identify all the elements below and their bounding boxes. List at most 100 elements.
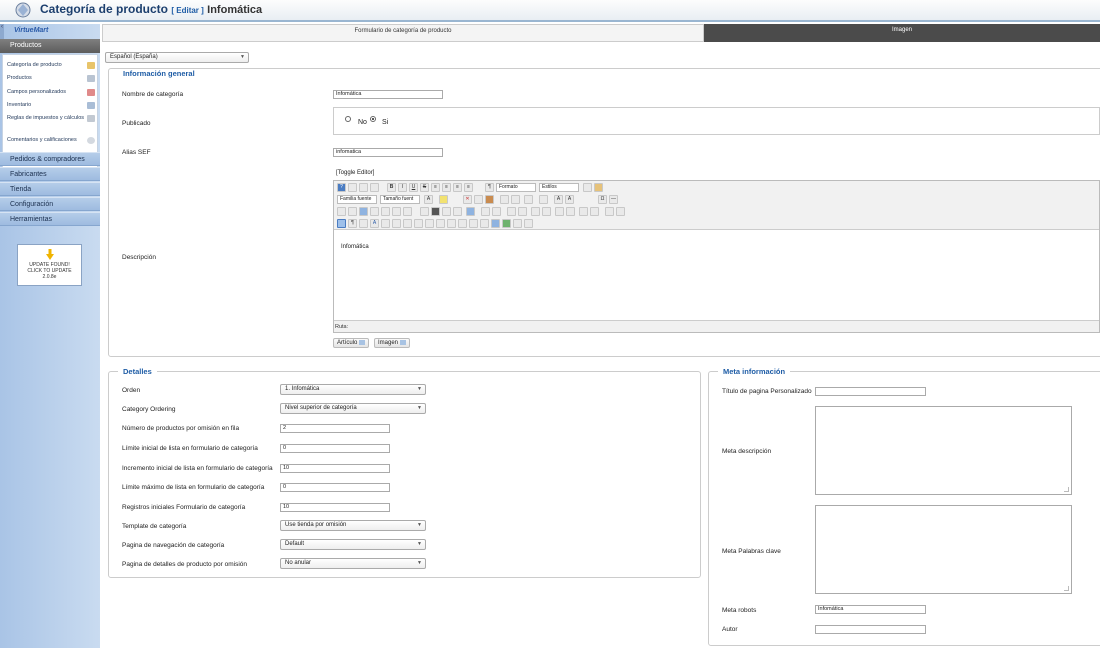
sidebar-section-configuration[interactable]: Configuración (0, 197, 100, 211)
sidebar-section-tools[interactable]: Herramientas (0, 212, 100, 226)
indent-icon[interactable] (500, 195, 509, 204)
product-details-page-select[interactable]: No anular ▼ (280, 558, 426, 569)
cell-props-icon[interactable] (616, 207, 625, 216)
fullscreen-icon[interactable] (392, 207, 401, 216)
template-icon[interactable] (469, 219, 478, 228)
strikethrough-icon[interactable]: S (420, 183, 429, 192)
quote-icon[interactable] (348, 207, 357, 216)
align-right-icon[interactable]: ≡ (453, 183, 462, 192)
block-icon[interactable] (524, 219, 533, 228)
cut-icon[interactable]: ✕ (463, 195, 472, 204)
products-per-row-input[interactable]: 2 (280, 424, 390, 433)
font-size-select[interactable]: Tamaño fuent (380, 195, 420, 204)
new-document-icon[interactable] (348, 183, 357, 192)
rtl-icon[interactable] (513, 219, 522, 228)
sidebar-collapse-button[interactable]: ‹ (0, 24, 4, 40)
table-props-icon[interactable] (605, 207, 614, 216)
emotions-icon[interactable] (491, 219, 500, 228)
subscript-icon[interactable]: A (554, 195, 563, 204)
attribs-icon[interactable] (425, 219, 434, 228)
category-nav-page-select[interactable]: Default ▼ (280, 539, 426, 550)
html-icon[interactable] (403, 207, 412, 216)
delete-col-icon[interactable] (590, 207, 599, 216)
category-template-select[interactable]: Use tienda por omisión ▼ (280, 520, 426, 531)
bold-icon[interactable]: B (387, 183, 396, 192)
move-icon[interactable] (458, 219, 467, 228)
list-max-input[interactable]: 0 (280, 483, 390, 492)
bullet-list-icon[interactable] (539, 195, 548, 204)
merge-cells-icon[interactable] (566, 207, 575, 216)
sidebar-item-tax-rules[interactable]: Reglas de impuestos y cálculos (7, 115, 95, 122)
order-select[interactable]: 1. Infomática ▼ (280, 384, 426, 395)
align-justify-icon[interactable]: ≡ (464, 183, 473, 192)
meta-title-input[interactable] (815, 387, 926, 396)
meta-description-textarea[interactable] (815, 406, 1072, 495)
preview-icon[interactable] (381, 207, 390, 216)
author-input[interactable] (815, 625, 926, 634)
paste-icon[interactable] (485, 195, 494, 204)
sidebar-section-manufacturers[interactable]: Fabricantes (0, 167, 100, 181)
table-icon[interactable] (420, 207, 429, 216)
unlink-icon[interactable] (492, 207, 501, 216)
insert-icon[interactable] (337, 207, 346, 216)
virtuemart-logo[interactable]: VirtueMart (14, 27, 58, 37)
edit-link[interactable]: [ Editar ] (171, 6, 203, 15)
align-left-icon[interactable]: ≡ (431, 183, 440, 192)
category-ordering-select[interactable]: Nivel superior de categoría ▼ (280, 403, 426, 414)
abbr-icon[interactable] (381, 219, 390, 228)
page-break-icon[interactable] (480, 219, 489, 228)
align-center-icon[interactable]: ≡ (442, 183, 451, 192)
image-button[interactable]: Imagen (374, 338, 411, 348)
numbered-list-icon[interactable] (524, 195, 533, 204)
cleanup-icon[interactable] (583, 183, 592, 192)
del-icon[interactable] (403, 219, 412, 228)
sidebar-section-orders[interactable]: Pedidos & compradores (0, 152, 100, 166)
initial-records-input[interactable]: 10 (280, 503, 390, 512)
sidebar-section-store[interactable]: Tienda (0, 182, 100, 196)
sidebar-item-custom-fields[interactable]: Campos personalizados (7, 89, 95, 96)
sidebar-item-reviews[interactable]: Comentarios y calificaciones (7, 137, 95, 144)
link-icon[interactable] (481, 207, 490, 216)
copy-icon[interactable] (474, 195, 483, 204)
tab-image[interactable]: Imagen (704, 24, 1100, 42)
blockquote-icon[interactable] (359, 219, 368, 228)
font-family-select[interactable]: Familia fuente (337, 195, 377, 204)
sidebar-item-inventory[interactable]: Inventario (7, 102, 95, 109)
sidebar-item-products[interactable]: Productos (7, 75, 95, 82)
italic-icon[interactable]: I (398, 183, 407, 192)
special-char-icon[interactable]: Ω (598, 195, 607, 204)
styles-icon[interactable]: ¶ (485, 183, 494, 192)
ltr-icon[interactable] (502, 219, 511, 228)
paragraph-icon[interactable]: ¶ (348, 219, 357, 228)
sidebar-section-products[interactable]: Productos (0, 39, 100, 53)
list-step-input[interactable]: 10 (280, 464, 390, 473)
anchor-icon[interactable] (431, 207, 440, 216)
non-breaking-icon[interactable] (436, 219, 445, 228)
print-icon[interactable] (370, 207, 379, 216)
resize-handle-icon[interactable] (1064, 586, 1069, 591)
alias-input[interactable]: infomatica (333, 148, 443, 157)
text-color-icon[interactable]: A (424, 195, 433, 204)
row-after-icon[interactable] (518, 207, 527, 216)
split-cells-icon[interactable] (555, 207, 564, 216)
published-yes-radio[interactable] (370, 116, 376, 122)
find-icon[interactable] (442, 207, 451, 216)
ins-icon[interactable] (414, 219, 423, 228)
layer-icon[interactable] (447, 219, 456, 228)
sidebar-item-category[interactable]: Categoría de producto (7, 62, 95, 69)
meta-keywords-textarea[interactable] (815, 505, 1072, 594)
list-start-input[interactable]: 0 (280, 444, 390, 453)
update-found-button[interactable]: UPDATE FOUND! CLICK TO UPDATE 2.0.8e (17, 244, 82, 286)
resize-handle-icon[interactable] (1064, 487, 1069, 492)
media-icon[interactable] (466, 207, 475, 216)
col-after-icon[interactable] (542, 207, 551, 216)
image-icon[interactable] (359, 207, 368, 216)
help-icon[interactable]: ? (337, 183, 346, 192)
col-before-icon[interactable] (531, 207, 540, 216)
brush-icon[interactable] (594, 183, 603, 192)
row-before-icon[interactable] (507, 207, 516, 216)
toggle-editor-link[interactable]: [Toggle Editor] (336, 170, 374, 176)
article-button[interactable]: Artículo (333, 338, 370, 348)
styles-select[interactable]: Estilos (539, 183, 579, 192)
outdent-icon[interactable] (511, 195, 520, 204)
